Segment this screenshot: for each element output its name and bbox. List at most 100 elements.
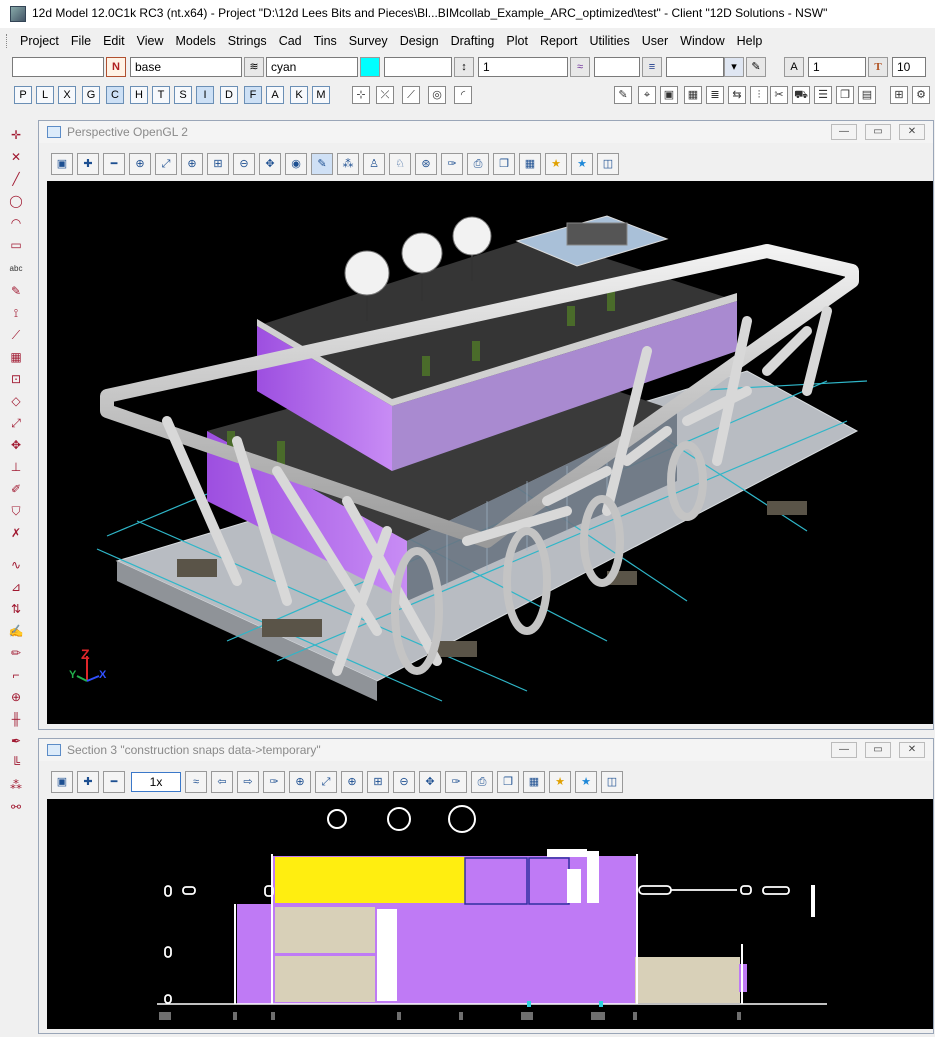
- menu-models[interactable]: Models: [169, 33, 221, 49]
- section-zoom-out-icon[interactable]: ⊖: [393, 771, 415, 793]
- walk-icon[interactable]: ♙: [363, 153, 385, 175]
- menu-cad[interactable]: Cad: [273, 33, 308, 49]
- pen-icon[interactable]: ✎: [746, 57, 766, 77]
- section-add-icon[interactable]: ✚: [77, 771, 99, 793]
- text-height-input[interactable]: 10: [892, 57, 926, 77]
- model-layers-icon[interactable]: ≋: [244, 57, 264, 77]
- line-tool-icon[interactable]: ╱: [6, 170, 26, 188]
- line-weight-icon[interactable]: ≡: [642, 57, 662, 77]
- menu-help[interactable]: Help: [731, 33, 769, 49]
- arrow-right-icon[interactable]: ⇨: [237, 771, 259, 793]
- style-input[interactable]: [384, 57, 452, 77]
- panels-icon[interactable]: ◫: [597, 153, 619, 175]
- section-grid-icon[interactable]: ▦: [523, 771, 545, 793]
- table-icon[interactable]: ▤: [858, 86, 876, 104]
- split-tool-icon[interactable]: ⊕: [6, 688, 26, 706]
- menu-tins[interactable]: Tins: [308, 33, 343, 49]
- layers-icon[interactable]: ≣: [706, 86, 724, 104]
- arc-tool-icon[interactable]: ◠: [6, 214, 26, 232]
- paint-tool-icon[interactable]: ✐: [6, 480, 26, 498]
- rectangle-tool-icon[interactable]: ▭: [6, 236, 26, 254]
- pick-icon[interactable]: ✑: [441, 153, 463, 175]
- section-zoom-icon[interactable]: ⊕: [289, 771, 311, 793]
- snap-s-button[interactable]: S: [174, 86, 192, 104]
- menu-window[interactable]: Window: [674, 33, 730, 49]
- minimize-button[interactable]: —: [831, 124, 857, 140]
- height-tool-icon[interactable]: ⇅: [6, 600, 26, 618]
- models-icon[interactable]: ⁂: [337, 153, 359, 175]
- colour-swatch[interactable]: [360, 57, 380, 77]
- circle-tool-icon[interactable]: ◯: [6, 192, 26, 210]
- section-pick2-icon[interactable]: ✑: [445, 771, 467, 793]
- draw-tool-icon[interactable]: ✏: [6, 644, 26, 662]
- slope-tool-icon[interactable]: ⊿: [6, 578, 26, 596]
- text-icon[interactable]: T: [868, 57, 888, 77]
- section-close-button[interactable]: ✕: [899, 742, 925, 758]
- section-print-icon[interactable]: ⎙: [471, 771, 493, 793]
- curve-tool-icon[interactable]: ∿: [6, 556, 26, 574]
- shield-tool-icon[interactable]: ⛉: [6, 502, 26, 520]
- snap-arc-icon[interactable]: ◜: [454, 86, 472, 104]
- link-tool-icon[interactable]: ⚯: [6, 798, 26, 816]
- snap-p-button[interactable]: P: [14, 86, 32, 104]
- car-icon[interactable]: ⛟: [792, 86, 810, 104]
- image-icon[interactable]: ▣: [660, 86, 678, 104]
- star-icon[interactable]: ★: [545, 153, 567, 175]
- chart-tool-icon[interactable]: ╚: [6, 754, 26, 772]
- model-input[interactable]: base: [130, 57, 242, 77]
- pan-icon[interactable]: ✥: [259, 153, 281, 175]
- menu-user[interactable]: User: [636, 33, 674, 49]
- cross-tool-icon[interactable]: ✕: [6, 148, 26, 166]
- section-zoom-extent-icon[interactable]: ⤢: [315, 771, 337, 793]
- fence-tool-icon[interactable]: ╫: [6, 710, 26, 728]
- filter-icon[interactable]: ⫶: [750, 86, 768, 104]
- arrow-left-icon[interactable]: ⇦: [211, 771, 233, 793]
- menu-utilities[interactable]: Utilities: [583, 33, 635, 49]
- view-icon[interactable]: ▣: [51, 153, 73, 175]
- remove-icon[interactable]: ━: [103, 153, 125, 175]
- name-icon[interactable]: N: [106, 57, 126, 77]
- section-zoom-input[interactable]: 1x: [131, 772, 181, 792]
- snap-c-button[interactable]: C: [106, 86, 124, 104]
- zoom-out-icon[interactable]: ⊖: [233, 153, 255, 175]
- fly-icon[interactable]: ♘: [389, 153, 411, 175]
- shape-tool-icon[interactable]: ◇: [6, 392, 26, 410]
- point-tool-icon[interactable]: ✛: [6, 126, 26, 144]
- add-icon[interactable]: ✚: [77, 153, 99, 175]
- menu-file[interactable]: File: [65, 33, 97, 49]
- snap-circle-icon[interactable]: ◎: [428, 86, 446, 104]
- chevron-down-icon[interactable]: ▾: [724, 57, 744, 77]
- section-pan-icon[interactable]: ✥: [419, 771, 441, 793]
- section-remove-icon[interactable]: ━: [103, 771, 125, 793]
- menu-grip[interactable]: [6, 34, 10, 48]
- move-tool-icon[interactable]: ⤢: [6, 414, 26, 432]
- section-star-icon[interactable]: ★: [549, 771, 571, 793]
- copy-icon[interactable]: ❐: [836, 86, 854, 104]
- section-titlebar[interactable]: Section 3 "construction snaps data->temp…: [39, 739, 933, 761]
- zoom-window-icon[interactable]: ⊞: [207, 153, 229, 175]
- z-icon[interactable]: ↕: [454, 57, 474, 77]
- grid-view-icon[interactable]: ▦: [519, 153, 541, 175]
- menu-report[interactable]: Report: [534, 33, 584, 49]
- print-icon[interactable]: ⎙: [467, 153, 489, 175]
- menu-survey[interactable]: Survey: [343, 33, 394, 49]
- snap-d-button[interactable]: D: [220, 86, 238, 104]
- snap-point-icon[interactable]: ⊹: [352, 86, 370, 104]
- section-zoom-in-icon[interactable]: ⊕: [341, 771, 363, 793]
- menu-strings[interactable]: Strings: [222, 33, 273, 49]
- folder-icon[interactable]: ⊞: [890, 86, 908, 104]
- snap-g-button[interactable]: G: [82, 86, 100, 104]
- star-blue-icon[interactable]: ★: [571, 153, 593, 175]
- section-view-icon[interactable]: ▣: [51, 771, 73, 793]
- text-size-input[interactable]: 1: [808, 57, 866, 77]
- zoom-icon[interactable]: ⊕: [129, 153, 151, 175]
- snap-a-button[interactable]: A: [266, 86, 284, 104]
- copy-view-icon[interactable]: ❐: [493, 153, 515, 175]
- snap-x-button[interactable]: X: [58, 86, 76, 104]
- scissors-icon[interactable]: ✂: [770, 86, 788, 104]
- move-cross-tool-icon[interactable]: ✥: [6, 436, 26, 454]
- section-star-blue-icon[interactable]: ★: [575, 771, 597, 793]
- snap-cross-icon[interactable]: ⤫: [376, 86, 394, 104]
- section-profile-icon[interactable]: ≈: [185, 771, 207, 793]
- tag-icon[interactable]: ⌖: [638, 86, 656, 104]
